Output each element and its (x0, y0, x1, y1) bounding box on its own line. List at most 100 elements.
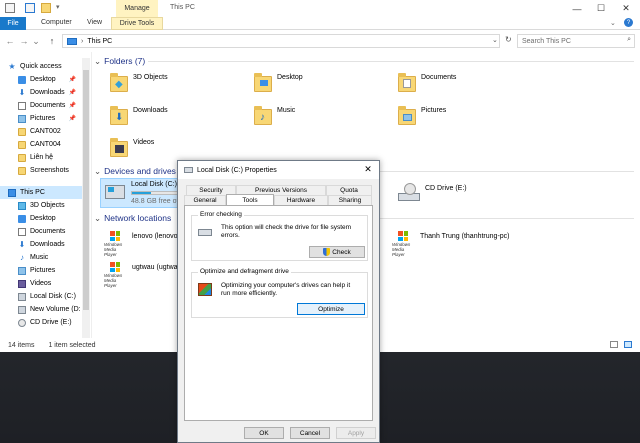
breadcrumb-separator: › (81, 37, 84, 45)
downloads-folder-icon: ⬇ (110, 105, 128, 127)
defrag-icon (198, 283, 212, 296)
check-button[interactable]: Check (309, 246, 365, 258)
search-input[interactable]: Search This PC ⌕ (517, 34, 635, 48)
close-button[interactable]: ✕ (614, 0, 638, 17)
ok-button[interactable]: OK (244, 427, 284, 439)
navigation-pane: ★ Quick access Desktop 📌 ⬇ Downloads 📌 Docum… (0, 52, 92, 338)
desktop-icon (18, 75, 26, 84)
folder-icon (18, 153, 26, 162)
minimize-button[interactable]: — (565, 0, 589, 17)
network-tile-thanh-trung[interactable]: Windows Media Player Thanh Trung (thanhtr… (392, 231, 510, 257)
expand-ribbon-icon[interactable]: ⌄ (610, 19, 616, 27)
sidebar-item-videos[interactable]: Videos (0, 277, 90, 290)
back-button[interactable]: ← (4, 35, 16, 47)
tab-sharing[interactable]: Sharing (328, 195, 372, 205)
pictures-icon (18, 114, 26, 123)
address-bar[interactable]: › This PC (62, 34, 500, 48)
folder-tile-documents[interactable]: Documents (398, 72, 456, 94)
optimize-button[interactable]: Optimize (297, 303, 365, 315)
download-icon: ⬇ (18, 239, 26, 249)
video-icon (18, 279, 26, 288)
new-folder-quick-icon[interactable] (41, 3, 51, 13)
sidebar-item-3d-objects[interactable]: 3D Objects (0, 199, 90, 212)
folder-tile-3d-objects[interactable]: ◆ 3D Objects (110, 72, 168, 94)
customize-qat-icon[interactable]: ▾ (56, 3, 60, 11)
pin-icon: 📌 (68, 103, 76, 109)
tab-hardware[interactable]: Hardware (274, 195, 328, 205)
drive-tile-local-disk-c[interactable]: Local Disk (C:) 48.8 GB free of (100, 178, 179, 208)
apply-button[interactable]: Apply (336, 427, 376, 439)
explorer-app-icon[interactable] (5, 3, 15, 13)
sidebar-item-pictures[interactable]: Pictures 📌 (0, 112, 90, 125)
details-view-icon[interactable] (610, 341, 618, 348)
tab-computer[interactable]: Computer (41, 19, 72, 26)
tab-view[interactable]: View (87, 19, 102, 26)
sidebar-item-documents-pc[interactable]: Documents (0, 225, 90, 238)
tab-tools[interactable]: Tools (226, 194, 274, 205)
error-checking-title: Error checking (198, 211, 244, 218)
up-button[interactable]: ↑ (46, 35, 58, 47)
help-icon[interactable]: ? (624, 18, 633, 27)
maximize-button[interactable]: ☐ (589, 0, 613, 17)
sidebar-item-desktop-pc[interactable]: Desktop (0, 212, 90, 225)
sidebar-item-cant004[interactable]: CANT004 (0, 138, 90, 151)
refresh-icon[interactable]: ↻ (505, 35, 512, 44)
pin-icon: 📌 (68, 77, 76, 83)
computer-icon (8, 188, 16, 197)
sidebar-item-downloads-pc[interactable]: ⬇ Downloads (0, 238, 90, 251)
sidebar-item-documents[interactable]: Documents 📌 (0, 99, 90, 112)
tab-quota[interactable]: Quota (326, 185, 372, 195)
windows-drive-icon (105, 185, 125, 199)
sidebar-item-pictures-pc[interactable]: Pictures (0, 264, 90, 277)
sidebar-item-lien-he[interactable]: Liên hệ (0, 151, 90, 164)
sidebar-item-new-volume-d[interactable]: New Volume (D: (0, 303, 90, 316)
sidebar-item-local-disk-c[interactable]: Local Disk (C:) (0, 290, 90, 303)
breadcrumb-this-pc[interactable]: This PC (87, 38, 112, 45)
tab-file[interactable]: File (0, 17, 26, 30)
sidebar-item-this-pc[interactable]: This PC (0, 186, 90, 199)
sidebar-item-cd-drive-e[interactable]: CD Drive (E:) (0, 316, 90, 329)
download-icon: ⬇ (18, 87, 26, 97)
chevron-down-icon: ⌄ (94, 213, 102, 223)
drive-usage-bar (131, 191, 179, 195)
dialog-close-button[interactable]: ✕ (361, 162, 375, 176)
documents-icon (18, 101, 26, 110)
3d-objects-folder-icon: ◆ (110, 72, 128, 94)
tab-general[interactable]: General (184, 195, 226, 205)
drive-icon (18, 305, 26, 314)
sidebar-item-desktop[interactable]: Desktop 📌 (0, 73, 90, 86)
network-tile-lenovo[interactable]: Windows Media Player lenovo (lenovo (104, 231, 178, 257)
folder-tile-downloads[interactable]: ⬇ Downloads (110, 105, 168, 127)
cancel-button[interactable]: Cancel (290, 427, 330, 439)
large-icons-view-icon[interactable] (624, 341, 632, 348)
shield-icon (323, 248, 331, 256)
folder-icon (18, 166, 26, 175)
music-folder-icon: ♪ (254, 105, 272, 127)
folder-tile-videos[interactable]: Videos (110, 137, 154, 159)
address-dropdown-icon[interactable]: ⌄ (492, 36, 498, 44)
folder-tile-pictures[interactable]: Pictures (398, 105, 446, 127)
recent-locations-button[interactable]: ⌄ (32, 35, 40, 47)
folders-section-header[interactable]: ⌄ Folders (7) (94, 56, 145, 67)
sidebar-item-quick-access[interactable]: ★ Quick access (0, 60, 90, 73)
folder-tile-desktop[interactable]: Desktop (254, 72, 303, 94)
sidebar-item-cant002[interactable]: CANT002 (0, 125, 90, 138)
network-tile-ugtwau[interactable]: Windows Media Player ugtwau (ugtwa (104, 262, 178, 288)
sidebar-item-downloads[interactable]: ⬇ Downloads 📌 (0, 86, 90, 99)
devices-section-header[interactable]: ⌄ Devices and drives (94, 166, 176, 177)
sidebar-item-screenshots[interactable]: Screenshots (0, 164, 90, 177)
sidebar-scrollbar-thumb[interactable] (83, 70, 89, 310)
drive-tile-cd-drive-e[interactable]: CD Drive (E:) (398, 183, 467, 205)
sidebar-item-music[interactable]: ♪ Music (0, 251, 90, 264)
network-section-header[interactable]: ⌄ Network locations (94, 213, 171, 224)
properties-quick-icon[interactable] (25, 3, 35, 13)
folder-tile-music[interactable]: ♪ Music (254, 105, 295, 127)
window-title: This PC (170, 4, 195, 11)
optimize-group: Optimize and defragment drive Optimizing… (191, 268, 368, 318)
desktop-icon (18, 214, 26, 223)
desktop-folder-icon (254, 72, 272, 94)
pictures-icon (18, 266, 26, 275)
tab-drive-tools[interactable]: Drive Tools (111, 17, 163, 30)
forward-button[interactable]: → (18, 35, 30, 47)
drive-icon (198, 229, 212, 236)
